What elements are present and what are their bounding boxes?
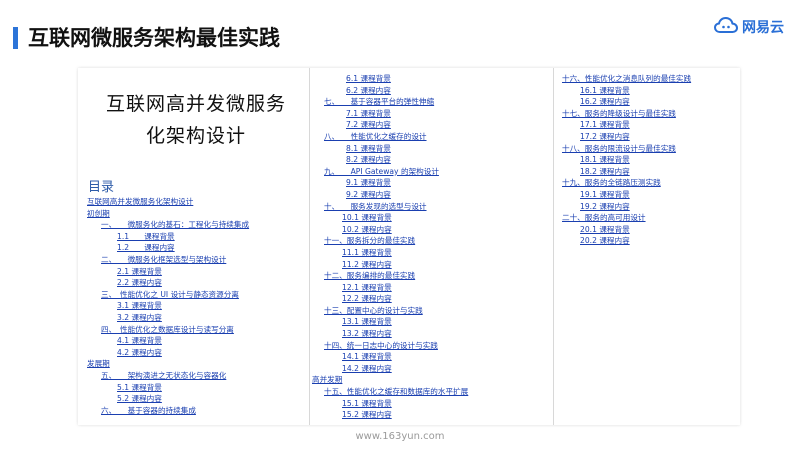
toc-link[interactable]: 三、 性能优化之 UI 设计与静态资源分离 (101, 289, 249, 301)
toc-link[interactable]: 十三、配置中心的设计与实践 (324, 305, 468, 317)
logo: 网易云 (714, 16, 784, 38)
toc-link[interactable]: 2.1 课程背景 (117, 266, 249, 278)
toc-link[interactable]: 十二、服务编排的最佳实践 (324, 270, 468, 282)
toc-link[interactable]: 九、 API Gateway 的架构设计 (324, 166, 468, 178)
toc-link[interactable]: 15.2 课程内容 (342, 409, 468, 421)
toc-link[interactable]: 四、 性能优化之数据库设计与读写分离 (101, 324, 249, 336)
toc-link[interactable]: 二十、服务的高可用设计 (562, 212, 691, 224)
toc-link[interactable]: 9.2 课程内容 (346, 189, 468, 201)
logo-text: 网易云 (742, 20, 784, 36)
toc-link[interactable]: 17.1 课程背景 (580, 119, 691, 131)
toc-link[interactable]: 7.1 课程背景 (346, 108, 468, 120)
toc-link[interactable]: 20.2 课程内容 (580, 235, 691, 247)
toc-list: 互联网高并发微服务化架构设计 初创期 一、 微服务化的基石：工程化与持续集成 1.1 … (87, 196, 249, 416)
toc-list: 6.1 课程背景 6.2 课程内容 七、 基于容器平台的弹性伸缩 7.1 课程背景 7.… (312, 73, 468, 421)
toc-link[interactable]: 2.2 课程内容 (117, 277, 249, 289)
toc-link[interactable]: 16.1 课程背景 (580, 85, 691, 97)
toc-link[interactable]: 十四、统一日志中心的设计与实践 (324, 340, 468, 352)
toc-link[interactable]: 3.2 课程内容 (117, 312, 249, 324)
toc-link[interactable]: 初创期 (87, 208, 249, 220)
toc-link[interactable]: 10.2 课程内容 (342, 224, 468, 236)
toc-link[interactable]: 10.1 课程背景 (342, 212, 468, 224)
toc-link[interactable]: 互联网高并发微服务化架构设计 (87, 196, 249, 208)
toc-link[interactable]: 13.1 课程背景 (342, 316, 468, 328)
toc-link[interactable]: 高并发期 (312, 374, 468, 386)
toc-link[interactable]: 16.2 课程内容 (580, 96, 691, 108)
toc-link[interactable]: 3.1 课程背景 (117, 300, 249, 312)
toc-column-2: 6.1 课程背景 6.2 课程内容 七、 基于容器平台的弹性伸缩 7.1 课程背景 7.… (309, 68, 552, 425)
toc-link[interactable]: 4.1 课程背景 (117, 335, 249, 347)
toc-link[interactable]: 十七、服务的降级设计与最佳实践 (562, 108, 691, 120)
toc-column-1: 互联网高并发微服务 化架构设计 目录 互联网高并发微服务化架构设计 初创期 一、 微… (78, 68, 307, 425)
toc-link[interactable]: 十九、服务的全链路压测实践 (562, 177, 691, 189)
toc-link[interactable]: 13.2 课程内容 (342, 328, 468, 340)
footer-url: www.163yun.com (355, 431, 445, 442)
toc-link[interactable]: 6.1 课程背景 (346, 73, 468, 85)
toc-list: 十六、性能优化之消息队列的最佳实践 16.1 课程背景 16.2 课程内容 十七、服务… (562, 73, 691, 247)
slide-title: 互联网微服务架构最佳实践 (28, 26, 280, 50)
toc-link[interactable]: 发展期 (87, 358, 249, 370)
toc-link[interactable]: 1.1 课程背景 (117, 231, 249, 243)
toc-link[interactable]: 二、 微服务化框架选型与架构设计 (101, 254, 249, 266)
toc-link[interactable]: 5.1 课程背景 (117, 382, 249, 394)
toc-link[interactable]: 7.2 课程内容 (346, 119, 468, 131)
toc-link[interactable]: 14.2 课程内容 (342, 363, 468, 375)
toc-link[interactable]: 19.1 课程背景 (580, 189, 691, 201)
toc-link[interactable]: 五、 架构演进之无状态化与容器化 (101, 370, 249, 382)
toc-link[interactable]: 14.1 课程背景 (342, 351, 468, 363)
toc-link[interactable]: 七、 基于容器平台的弹性伸缩 (324, 96, 468, 108)
toc-link[interactable]: 十五、性能优化之缓存和数据库的水平扩展 (324, 386, 468, 398)
toc-link[interactable]: 5.2 课程内容 (117, 393, 249, 405)
toc-link[interactable]: 12.1 课程背景 (342, 282, 468, 294)
cover-title-line-2: 化架构设计 (145, 125, 246, 147)
toc-link[interactable]: 20.1 课程背景 (580, 224, 691, 236)
toc-link[interactable]: 十六、性能优化之消息队列的最佳实践 (562, 73, 691, 85)
document-cover-title: 互联网高并发微服务 化架构设计 (96, 88, 296, 152)
toc-link[interactable]: 一、 微服务化的基石：工程化与持续集成 (101, 219, 249, 231)
toc-link[interactable]: 18.2 课程内容 (580, 166, 691, 178)
toc-link[interactable]: 6.2 课程内容 (346, 85, 468, 97)
toc-link[interactable]: 8.1 课程背景 (346, 143, 468, 155)
cloud-icon (714, 16, 738, 38)
toc-link[interactable]: 十一、服务拆分的最佳实践 (324, 235, 468, 247)
toc-link[interactable]: 8.2 课程内容 (346, 154, 468, 166)
toc-link[interactable]: 17.2 课程内容 (580, 131, 691, 143)
toc-column-3: 十六、性能优化之消息队列的最佳实践 16.1 课程背景 16.2 课程内容 十七、服务… (553, 68, 740, 425)
toc-link[interactable]: 12.2 课程内容 (342, 293, 468, 305)
toc-link[interactable]: 15.1 课程背景 (342, 398, 468, 410)
toc-link[interactable]: 1.2 课程内容 (117, 242, 249, 254)
toc-link[interactable]: 十、 服务发现的选型与设计 (324, 201, 468, 213)
toc-heading: 目录 (88, 180, 115, 195)
toc-link[interactable]: 4.2 课程内容 (117, 347, 249, 359)
toc-link[interactable]: 19.2 课程内容 (580, 201, 691, 213)
toc-link[interactable]: 六、 基于容器的持续集成 (101, 405, 249, 417)
document-preview: 互联网高并发微服务 化架构设计 目录 互联网高并发微服务化架构设计 初创期 一、 微… (78, 68, 740, 425)
cover-title-line-1: 互联网高并发微服务 (105, 93, 286, 115)
toc-link[interactable]: 11.1 课程背景 (342, 247, 468, 259)
title-accent-bar (13, 27, 18, 49)
toc-link[interactable]: 9.1 课程背景 (346, 177, 468, 189)
toc-link[interactable]: 11.2 课程内容 (342, 259, 468, 271)
toc-link[interactable]: 十八、服务的限流设计与最佳实践 (562, 143, 691, 155)
toc-link[interactable]: 18.1 课程背景 (580, 154, 691, 166)
toc-link[interactable]: 八、 性能优化之缓存的设计 (324, 131, 468, 143)
